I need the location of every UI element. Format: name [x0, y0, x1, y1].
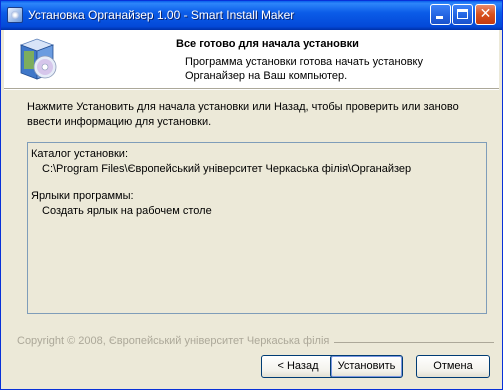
installer-app-icon[interactable] — [7, 7, 23, 23]
header-subtitle-line2: Органайзер на Ваш компьютер. — [185, 70, 348, 82]
header-divider — [4, 89, 499, 90]
header-subtitle: Программа установки готова начать устано… — [185, 55, 485, 83]
close-icon: ✕ — [479, 6, 492, 22]
install-button[interactable]: Установить — [330, 355, 403, 378]
install-dir-value: C:\Program Files\Європейський університе… — [42, 163, 412, 175]
intro-line2: ввести информацию для установки. — [27, 116, 212, 128]
header-panel: Все готово для начала установки Программ… — [4, 30, 499, 89]
intro-line1: Нажмите Установить для начала установки … — [27, 101, 459, 113]
install-dir-label: Каталог установки: — [31, 148, 129, 160]
minimize-icon — [436, 16, 443, 19]
header-title: Все готово для начала установки — [176, 38, 359, 50]
installer-window: Установка Органайзер 1.00 - Smart Instal… — [0, 0, 503, 390]
back-button[interactable]: < Назад — [261, 355, 335, 378]
shortcuts-label: Ярлыки программы: — [31, 190, 134, 202]
header-subtitle-line1: Программа установки готова начать устано… — [185, 56, 423, 68]
software-box-cd-icon — [19, 38, 57, 80]
copyright-text: Copyright © 2008, Європейський університ… — [17, 335, 330, 347]
shortcuts-value: Создать ярлык на рабочем столе — [42, 205, 212, 217]
cancel-button[interactable]: Отмена — [416, 355, 490, 378]
minimize-button[interactable] — [430, 4, 451, 25]
install-summary-box[interactable]: Каталог установки: C:\Program Files\Євро… — [27, 142, 487, 314]
intro-text: Нажмите Установить для начала установки … — [27, 100, 487, 130]
title-bar[interactable]: Установка Органайзер 1.00 - Smart Instal… — [1, 1, 502, 30]
maximize-icon — [457, 9, 468, 19]
close-button[interactable]: ✕ — [475, 4, 496, 25]
footer-divider — [334, 342, 494, 343]
window-title: Установка Органайзер 1.00 - Smart Instal… — [28, 8, 295, 22]
maximize-button[interactable] — [452, 4, 473, 25]
